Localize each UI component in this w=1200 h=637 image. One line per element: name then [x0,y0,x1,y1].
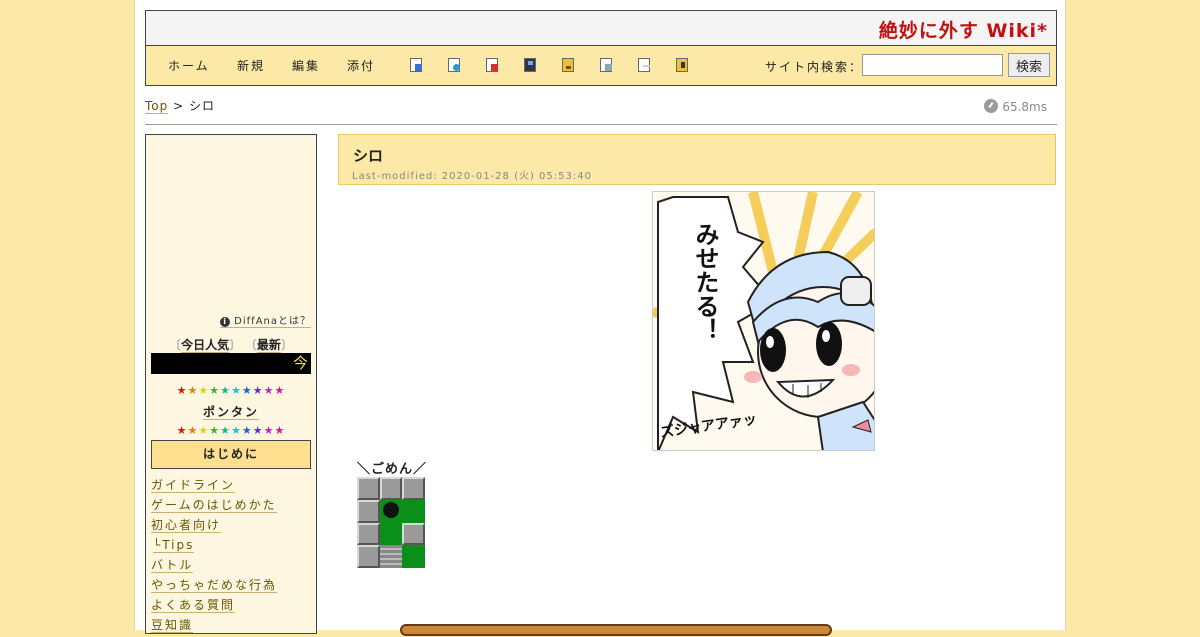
list-icon[interactable] [638,58,650,72]
search-label: サイト内検索： [765,60,864,74]
pontan-link[interactable]: ポンタン [146,403,316,420]
nav-bar: ホーム 新規 編集 添付 サイト内検索： 検索 [145,45,1057,86]
speedometer-icon [984,99,999,113]
image-caption: ＼ごめん／ [357,462,428,477]
breadcrumb: Top > シロ [145,97,215,114]
sidebar-item-battle[interactable]: バトル [151,557,277,577]
rank-today-link[interactable]: 今日人気 [181,338,230,353]
section-heading-intro: はじめに [151,440,311,469]
sidebar-item-faq[interactable]: よくある質問 [151,597,277,617]
star-divider: ★★★★★★★★★★ [176,384,286,397]
sidebar: i DiffAnaとは？ 〔今日人気〕 〔最新〕 今 ★★★★★★★★★★ ポンタ… [145,134,317,634]
ad-area [146,135,316,307]
rank-tabs: 〔今日人気〕 〔最新〕 [169,338,293,353]
breadcrumb-top-link[interactable]: Top [145,99,169,114]
sidebar-item-prohibited[interactable]: やっちゃだめな行為 [151,577,278,597]
nav-edit-link[interactable]: 編集 [292,57,320,74]
render-time-value: 65.8ms [1002,100,1047,114]
info-icon: i [220,317,231,327]
lock-icon[interactable] [562,58,574,72]
star-divider: ★★★★★★★★★★ [176,424,286,437]
manga-illustration: みせたる！ ズジャアアァッ [652,191,875,451]
page-title: シロ [353,147,384,165]
save-icon[interactable] [524,58,536,72]
delete-icon[interactable] [486,58,498,72]
render-time: 65.8ms [984,99,1047,114]
diffana-label: DiffAnaとは？ [234,316,311,327]
divider [145,124,1057,125]
sidebar-item-beginners[interactable]: 初心者向け [151,517,277,537]
search-button[interactable]: 検索 [1008,53,1050,77]
breadcrumb-separator: > [173,99,185,113]
backup-icon[interactable] [448,58,460,72]
manga-illustration-art: みせたる！ ズジャアアァッ [653,192,874,450]
manga-speech-text: みせたる！ [691,222,719,342]
breadcrumb-current: シロ [188,99,215,113]
sidebar-item-tips[interactable]: └Tips [151,537,277,557]
sidebar-menu: ガイドライン ゲームのはじめかた 初心者向け └Tips バトル やっちゃだめな… [151,477,278,637]
nav-home-link[interactable]: ホーム [168,57,210,74]
sidebar-item-getting-started[interactable]: ゲームのはじめかた [151,497,277,517]
copy-icon[interactable] [600,58,612,72]
rank-latest-link[interactable]: 最新 [256,338,281,353]
today-ranking-bar: 今 [151,353,311,374]
page-header: シロ Last-modified: 2020-01-28 (火) 05:53:4… [338,134,1056,185]
title-bar: 絶妙に外す Wiki* [145,10,1057,46]
nav-new-link[interactable]: 新規 [237,57,265,74]
content-box-edge [400,624,832,636]
search-input[interactable] [862,54,1003,76]
bomb-icon [382,501,399,518]
site-title[interactable]: 絶妙に外す Wiki* [879,16,1048,43]
nav-attach-link[interactable]: 添付 [347,57,375,74]
sidebar-item-guideline[interactable]: ガイドライン [151,477,277,497]
last-modified: Last-modified: 2020-01-28 (火) 05:53:40 [352,171,592,182]
page-container: 絶妙に外す Wiki* ホーム 新規 編集 添付 サイト内検索： 検索 Top … [134,0,1066,636]
help-icon[interactable] [676,58,688,72]
sidebar-item-trivia[interactable]: 豆知識 [151,617,277,637]
diffana-link[interactable]: i DiffAnaとは？ [220,312,311,328]
diff-icon[interactable] [410,58,422,72]
game-sprite [357,477,425,568]
